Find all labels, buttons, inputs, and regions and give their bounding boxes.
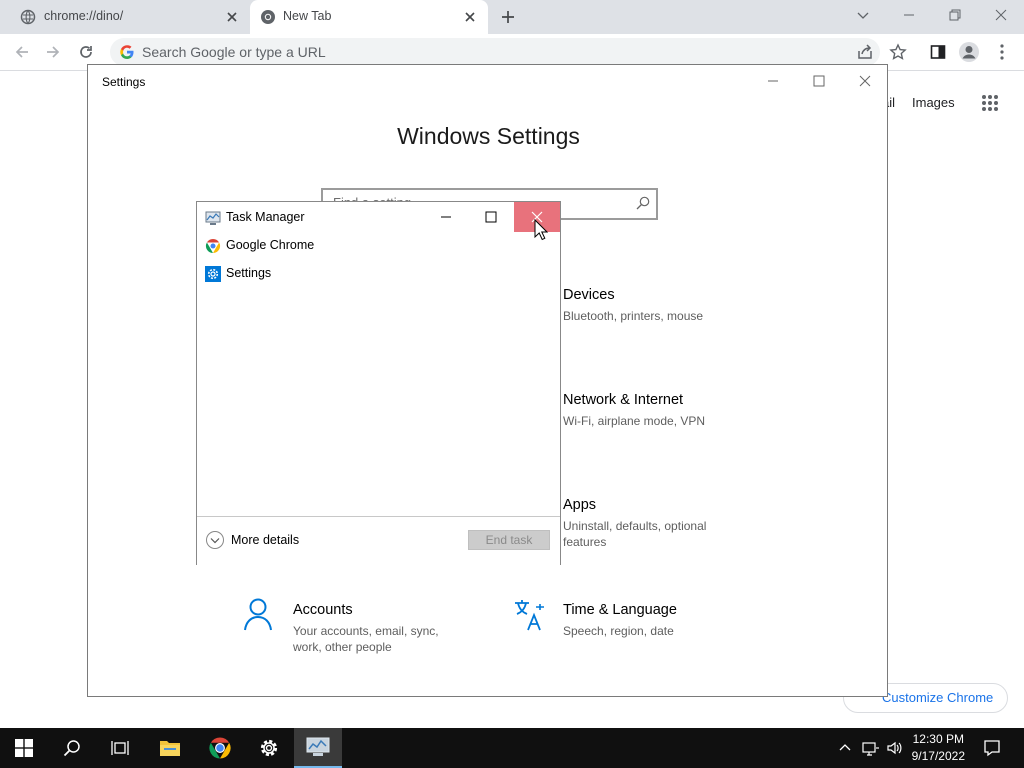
notifications-icon[interactable]: [983, 739, 1001, 757]
network-icon[interactable]: [862, 740, 880, 756]
close-icon[interactable]: [224, 9, 240, 25]
customize-label: Customize Chrome: [882, 690, 994, 705]
share-icon[interactable]: [856, 43, 874, 61]
task-manager-taskbar-icon[interactable]: [294, 728, 342, 768]
close-icon[interactable]: [462, 9, 478, 25]
gear-icon: [205, 266, 221, 282]
chrome-icon: [205, 238, 221, 254]
more-details-link[interactable]: More details: [231, 533, 299, 547]
category-devices[interactable]: Devices Bluetooth, printers, mouse: [563, 287, 743, 324]
clock-time: 12:30 PM: [912, 732, 964, 746]
chevron-up-icon[interactable]: [838, 740, 852, 754]
time-language-icon: [512, 597, 546, 631]
minimize-icon[interactable]: [886, 0, 932, 30]
category-name: Time & Language: [563, 602, 677, 618]
end-task-button[interactable]: End task: [468, 530, 550, 550]
task-manager-footer: More details End task: [197, 516, 560, 565]
task-manager-window: Task Manager Google Chrome Settings More…: [196, 201, 561, 565]
category-accounts[interactable]: Accounts Your accounts, email, sync, wor…: [293, 602, 453, 655]
category-time-language[interactable]: Time & Language Speech, region, date: [563, 602, 743, 639]
new-tab-button[interactable]: [499, 8, 517, 26]
tab-title: New Tab: [283, 9, 332, 23]
category-name: Accounts: [293, 602, 353, 618]
tab-strip: chrome://dino/ New Tab: [0, 0, 1024, 34]
process-name: Google Chrome: [226, 238, 315, 252]
category-name: Network & Internet: [563, 392, 684, 408]
close-window-icon[interactable]: [978, 0, 1024, 30]
task-view-icon[interactable]: [96, 728, 144, 768]
window-title: Task Manager: [226, 210, 305, 224]
category-network[interactable]: Network & Internet Wi-Fi, airplane mode,…: [563, 392, 743, 429]
process-row[interactable]: Google Chrome: [197, 233, 560, 259]
globe-icon: [20, 9, 36, 25]
category-name: Devices: [563, 287, 615, 303]
reload-icon[interactable]: [73, 39, 99, 65]
tab-search-icon[interactable]: [840, 0, 886, 30]
page-title: Windows Settings: [397, 123, 580, 149]
chevron-down-icon[interactable]: [205, 530, 225, 550]
search-icon: [636, 196, 650, 210]
maximize-icon[interactable]: [468, 202, 514, 232]
google-icon: [119, 44, 135, 60]
chrome-icon: [260, 9, 276, 25]
start-button[interactable]: [0, 728, 48, 768]
file-explorer-icon[interactable]: [146, 728, 194, 768]
tab-new-tab[interactable]: New Tab: [250, 0, 488, 34]
forward-icon[interactable]: [40, 39, 66, 65]
side-panel-icon[interactable]: [925, 39, 951, 65]
tab-title: chrome://dino/: [44, 9, 124, 23]
settings-gear-icon[interactable]: [245, 728, 293, 768]
images-link[interactable]: Images: [912, 95, 955, 110]
system-clock[interactable]: 12:30 PM 9/17/2022: [912, 731, 965, 765]
menu-kebab-icon[interactable]: [989, 39, 1015, 65]
tab-dino[interactable]: chrome://dino/: [0, 0, 248, 34]
apps-grid-icon[interactable]: [981, 94, 999, 112]
task-manager-icon: [205, 210, 221, 226]
category-desc: Bluetooth, printers, mouse: [563, 309, 704, 323]
window-title: Settings: [102, 75, 146, 89]
omnibox-placeholder: Search Google or type a URL: [142, 44, 326, 60]
maximize-icon[interactable]: [796, 65, 842, 97]
back-icon[interactable]: [9, 39, 35, 65]
category-apps[interactable]: Apps Uninstall, defaults, optional featu…: [563, 497, 723, 550]
search-icon[interactable]: [48, 728, 96, 768]
category-desc: Your accounts, email, sync, work, other …: [293, 624, 439, 654]
close-icon[interactable]: [842, 65, 888, 97]
volume-icon[interactable]: [886, 740, 904, 756]
process-row[interactable]: Settings: [197, 261, 560, 287]
category-desc: Speech, region, date: [563, 624, 674, 638]
category-name: Apps: [563, 497, 597, 513]
omnibox[interactable]: Search Google or type a URL: [110, 38, 880, 66]
category-desc: Wi-Fi, airplane mode, VPN: [563, 414, 706, 428]
mouse-cursor-icon: [534, 219, 548, 241]
bookmark-star-icon[interactable]: [885, 39, 911, 65]
minimize-icon[interactable]: [423, 202, 469, 232]
restore-icon[interactable]: [932, 0, 978, 30]
taskbar: 12:30 PM 9/17/2022: [0, 728, 1024, 768]
profile-avatar[interactable]: [956, 39, 982, 65]
chrome-icon[interactable]: [196, 728, 244, 768]
minimize-icon[interactable]: [750, 65, 796, 97]
person-icon: [242, 597, 274, 631]
clock-date: 9/17/2022: [911, 749, 965, 763]
category-desc: Uninstall, defaults, optional features: [563, 519, 707, 549]
process-name: Settings: [226, 266, 272, 280]
